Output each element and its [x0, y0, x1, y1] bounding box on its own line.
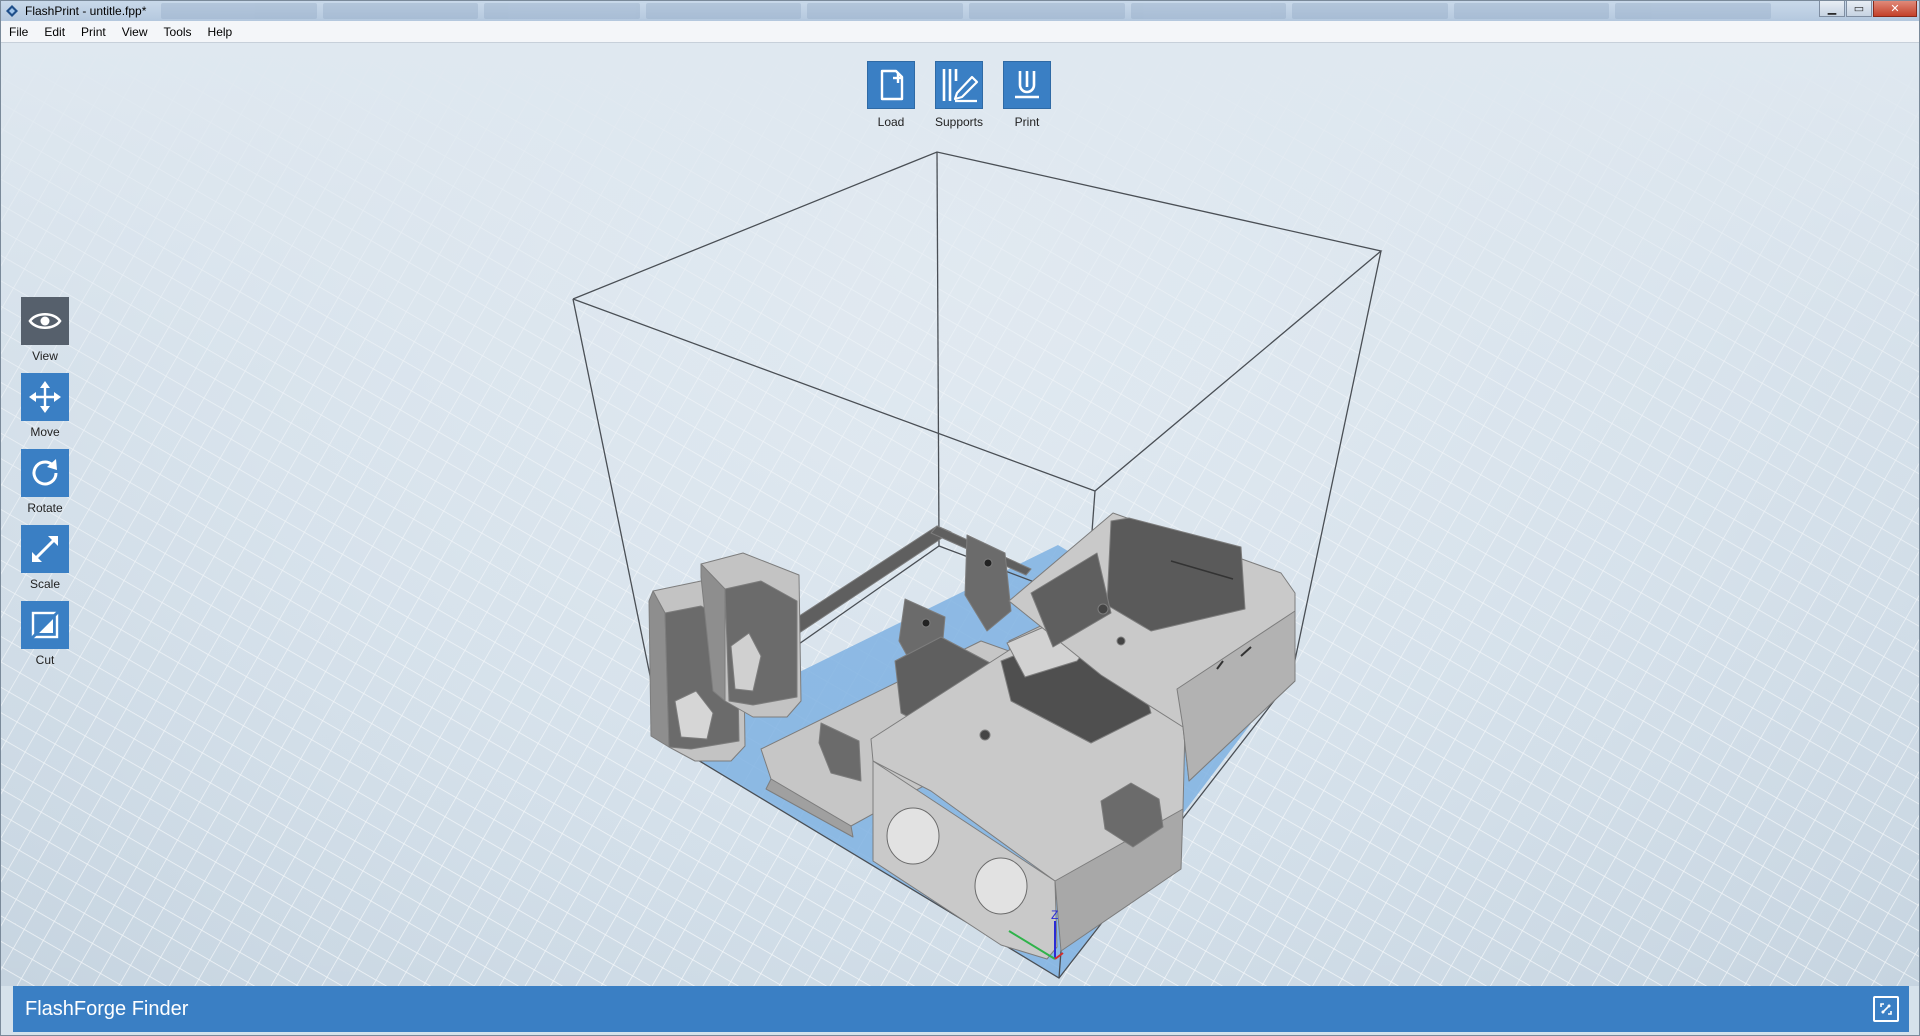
- load-label: Load: [877, 115, 905, 129]
- view-tool[interactable]: View: [21, 297, 69, 363]
- move-tool[interactable]: Move: [21, 373, 69, 439]
- load-tool[interactable]: Load: [867, 61, 915, 129]
- move-label: Move: [30, 425, 60, 439]
- eye-icon: [28, 312, 62, 330]
- scale-icon: [32, 536, 58, 562]
- connect-icon: [1880, 1003, 1892, 1015]
- menu-print[interactable]: Print: [73, 25, 114, 39]
- window-title: FlashPrint - untitle.fpp*: [25, 4, 147, 18]
- cut-tool[interactable]: Cut: [21, 601, 69, 667]
- axis-label-z: Z: [1051, 908, 1058, 922]
- 3d-viewport[interactable]: Z Load Supports Print View Move Rotate S…: [1, 43, 1919, 986]
- view-label: View: [32, 349, 58, 363]
- cut-label: Cut: [35, 653, 55, 667]
- menu-edit[interactable]: Edit: [36, 25, 73, 39]
- move-button[interactable]: [21, 373, 69, 421]
- window-controls: ▁ ▭ ✕: [1818, 1, 1917, 20]
- menu-bar: File Edit Print View Tools Help: [1, 21, 1919, 43]
- menu-help[interactable]: Help: [200, 25, 241, 39]
- rotate-button[interactable]: [21, 449, 69, 497]
- status-bar: FlashForge Finder: [13, 986, 1909, 1032]
- view-button[interactable]: [21, 297, 69, 345]
- scale-button[interactable]: [21, 525, 69, 573]
- print-tool[interactable]: Print: [1003, 61, 1051, 129]
- flashprint-window: FlashPrint - untitle.fpp* ▁ ▭ ✕ File Edi…: [0, 0, 1920, 1036]
- rotate-tool[interactable]: Rotate: [21, 449, 69, 515]
- printer-name: FlashForge Finder: [25, 997, 189, 1020]
- menu-file[interactable]: File: [1, 25, 36, 39]
- cut-icon: [29, 609, 61, 641]
- scale-label: Scale: [29, 577, 61, 591]
- close-button[interactable]: ✕: [1873, 1, 1917, 17]
- title-bar: FlashPrint - untitle.fpp* ▁ ▭ ✕: [1, 1, 1919, 21]
- print-nozzle-icon: [1015, 71, 1039, 99]
- rotate-icon: [32, 459, 58, 486]
- move-arrows-icon: [29, 381, 61, 413]
- print-button[interactable]: [1003, 61, 1051, 109]
- cut-button[interactable]: [21, 601, 69, 649]
- menu-view[interactable]: View: [114, 25, 156, 39]
- background-taskbar-tabs: [161, 3, 1771, 19]
- maximize-button[interactable]: ▭: [1846, 1, 1872, 17]
- top-toolbar: Load Supports Print: [867, 61, 1051, 129]
- flashprint-logo-icon: [5, 4, 19, 18]
- scale-tool[interactable]: Scale: [21, 525, 69, 591]
- rotate-label: Rotate: [27, 501, 63, 515]
- minimize-button[interactable]: ▁: [1819, 1, 1845, 17]
- left-toolbar: View Move Rotate Scale Cut: [21, 297, 69, 667]
- supports-icon: [942, 69, 979, 103]
- supports-tool[interactable]: Supports: [935, 61, 983, 129]
- supports-label: Supports: [934, 115, 984, 129]
- menu-tools[interactable]: Tools: [156, 25, 200, 39]
- load-button[interactable]: [867, 61, 915, 109]
- print-label: Print: [1014, 115, 1040, 129]
- supports-button[interactable]: [935, 61, 983, 109]
- build-scene: Z: [1, 43, 1919, 986]
- connect-printer-button[interactable]: [1873, 996, 1899, 1022]
- load-file-icon: [880, 69, 904, 101]
